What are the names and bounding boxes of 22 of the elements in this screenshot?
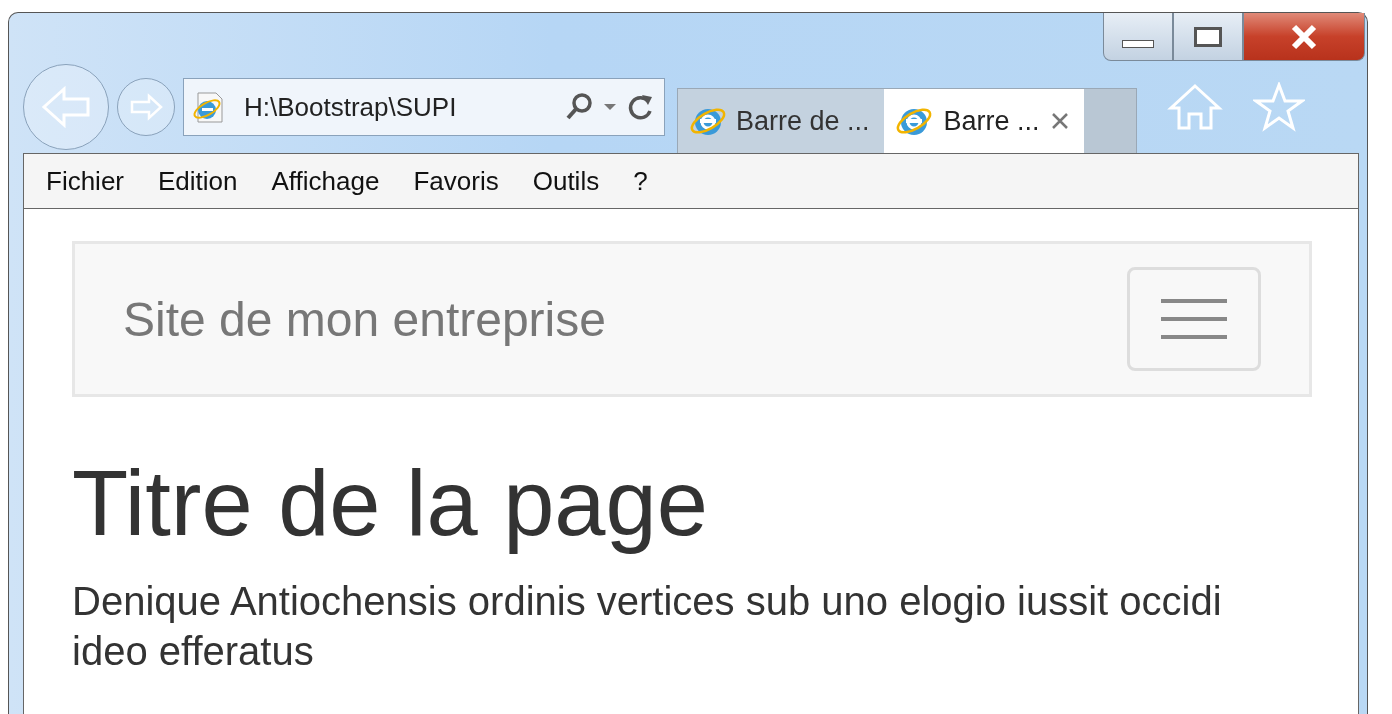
menu-item[interactable]: ?: [633, 165, 648, 197]
dropdown-caret-icon[interactable]: [602, 102, 618, 112]
address-bar[interactable]: H:\Bootstrap\SUPI: [183, 78, 665, 136]
maximize-button[interactable]: [1173, 13, 1243, 61]
minimize-button[interactable]: [1103, 13, 1173, 61]
menu-item[interactable]: Affichage: [271, 165, 380, 197]
menu-item[interactable]: Favoris: [413, 165, 499, 197]
menu-item[interactable]: Edition: [158, 165, 238, 197]
browser-tab[interactable]: Barre ...: [883, 89, 1084, 153]
menu-icon: [1161, 297, 1227, 341]
menu-button[interactable]: [1127, 267, 1261, 371]
forward-arrow-icon: [129, 93, 163, 121]
star-icon[interactable]: [1252, 82, 1305, 132]
page-paragraph: Denique Antiochensis ordinis vertices sub uno elogio iussit occidi ideo efferatus: [72, 578, 1223, 676]
close-tab-icon[interactable]: [1049, 111, 1070, 131]
close-icon: [1289, 23, 1319, 50]
close-button[interactable]: [1243, 13, 1365, 61]
menu-item[interactable]: Fichier: [46, 165, 124, 197]
page-heading: Titre de la page: [72, 453, 709, 555]
menu-item[interactable]: Outils: [532, 165, 600, 197]
site-brand-link[interactable]: Site de mon entreprise: [123, 291, 606, 347]
address-text: H:\Bootstrap\SUPI: [244, 91, 458, 123]
